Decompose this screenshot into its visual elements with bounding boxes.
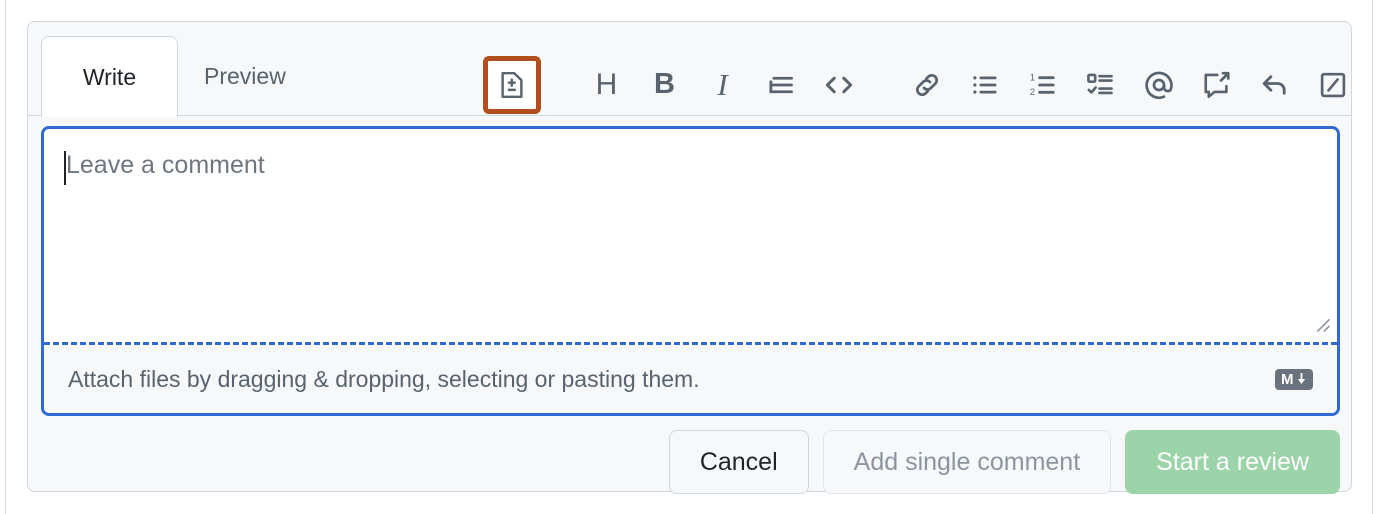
task-list-icon xyxy=(1086,70,1116,100)
reply-icon-button[interactable] xyxy=(1252,62,1297,107)
unordered-list-icon xyxy=(970,70,1000,100)
attach-files-footer: Attach files by dragging & dropping, sel… xyxy=(44,345,1337,413)
editor-header: Write Preview xyxy=(28,22,1351,116)
markdown-badge-letter: M xyxy=(1281,372,1294,387)
code-icon-button[interactable] xyxy=(816,62,861,107)
comment-editor-root: Write Preview xyxy=(0,0,1378,514)
add-single-comment-button-label: Add single comment xyxy=(854,448,1081,477)
task-list-icon-button[interactable] xyxy=(1078,62,1123,107)
suggested-change-icon-button[interactable] xyxy=(483,56,541,114)
tab-preview[interactable]: Preview xyxy=(178,36,312,116)
link-icon-button[interactable] xyxy=(904,62,949,107)
add-single-comment-button[interactable]: Add single comment xyxy=(823,430,1112,494)
attach-files-label: Attach files by dragging & dropping, sel… xyxy=(68,366,700,393)
right-rail-divider xyxy=(1372,0,1373,514)
svg-text:1: 1 xyxy=(1029,72,1034,82)
markdown-toolbar: H B I xyxy=(483,57,1355,112)
form-actions: Cancel Add single comment Start a review xyxy=(41,430,1340,494)
quote-icon-button[interactable] xyxy=(758,62,803,107)
start-a-review-button-label: Start a review xyxy=(1156,448,1309,477)
markdown-arrow-icon xyxy=(1296,373,1307,385)
unordered-list-icon-button[interactable] xyxy=(962,62,1007,107)
comment-placeholder: Leave a comment xyxy=(66,149,265,181)
bold-icon-button[interactable]: B xyxy=(642,62,687,107)
slash-command-icon-button[interactable] xyxy=(1310,62,1355,107)
reply-icon xyxy=(1260,70,1290,100)
tab-write[interactable]: Write xyxy=(41,36,178,117)
tab-write-label: Write xyxy=(83,64,136,91)
suggested-change-icon xyxy=(497,70,527,100)
mention-icon xyxy=(1143,69,1175,101)
heading-icon-button[interactable]: H xyxy=(584,62,629,107)
svg-text:2: 2 xyxy=(1029,86,1034,96)
start-a-review-button[interactable]: Start a review xyxy=(1125,430,1340,494)
comment-textarea[interactable]: Leave a comment xyxy=(44,129,1337,342)
mention-icon-button[interactable] xyxy=(1136,62,1181,107)
comment-textarea-container[interactable]: Leave a comment Attach files by dragging… xyxy=(41,126,1340,416)
italic-icon-button[interactable]: I xyxy=(700,62,745,107)
quote-icon xyxy=(766,70,796,100)
slash-command-icon xyxy=(1318,70,1348,100)
ordered-list-icon: 1 2 xyxy=(1028,70,1058,100)
editor-tabs: Write Preview xyxy=(41,36,312,116)
comment-form-container: Write Preview xyxy=(27,21,1352,492)
cancel-button-label: Cancel xyxy=(700,448,778,477)
cancel-button[interactable]: Cancel xyxy=(669,430,809,494)
markdown-icon[interactable]: M xyxy=(1275,369,1313,390)
saved-reply-icon-button[interactable] xyxy=(1194,62,1239,107)
tab-preview-label: Preview xyxy=(204,63,286,90)
left-rail-divider xyxy=(5,0,6,514)
link-icon xyxy=(912,70,942,100)
bold-icon: B xyxy=(654,70,675,99)
italic-icon: I xyxy=(717,69,727,100)
code-icon xyxy=(823,69,855,101)
heading-icon: H xyxy=(596,70,618,100)
ordered-list-icon-button[interactable]: 1 2 xyxy=(1020,62,1065,107)
saved-reply-icon xyxy=(1202,70,1232,100)
